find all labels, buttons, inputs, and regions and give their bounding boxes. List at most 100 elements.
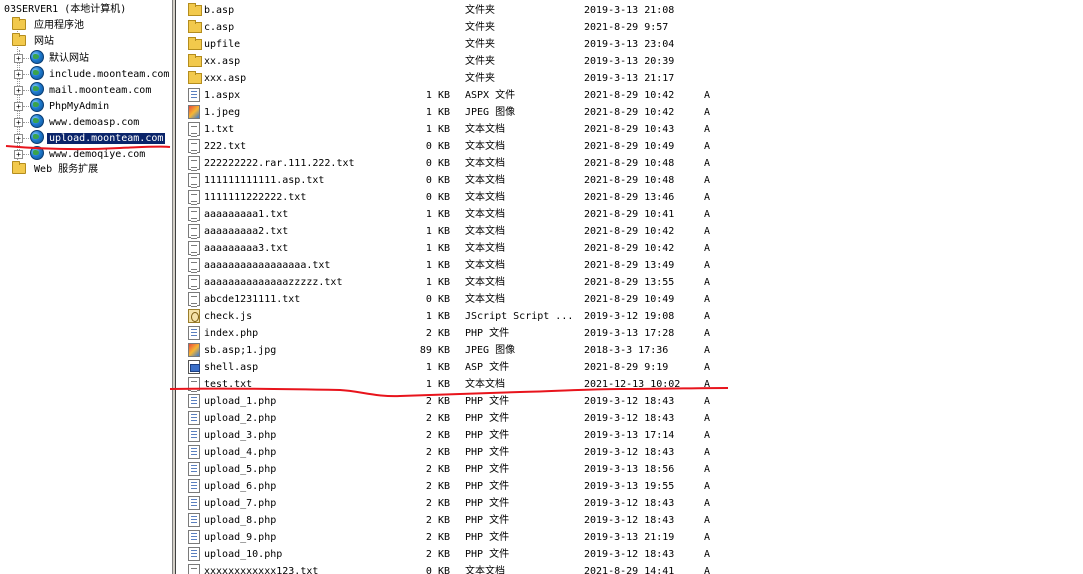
file-name: 1.aspx [204,90,241,101]
file-row[interactable]: upfile 文件夹 2019-3-13 23:04 [180,36,1083,53]
tree-root-label: 03SERVER1 (本地计算机) [4,4,127,15]
file-name: 1.jpeg [204,107,241,118]
tree-item-site[interactable]: + www.demoqiye.com [14,146,147,162]
file-row[interactable]: test.txt 1 KB 文本文档 2021-12-13 10:02 A [180,376,1083,393]
file-attr: A [704,498,711,509]
file-attr: A [704,192,711,203]
tree-pane: 03SERVER1 (本地计算机) 应用程序池 网站 + 默认网站 + include… [0,0,172,574]
file-attr: A [704,379,711,390]
file-size-unit: KB [437,379,450,390]
file-size-value: 2 [425,447,432,458]
file-name: index.php [204,328,259,339]
file-row[interactable]: xxxxxxxxxxxx123.txt 0 KB 文本文档 2021-8-29 14:4… [180,563,1083,574]
tree-item-site[interactable]: + PhpMyAdmin [14,98,111,114]
file-row[interactable]: upload_8.php 2 KB PHP 文件 2019-3-12 18:43 A [180,512,1083,529]
file-row[interactable]: upload_7.php 2 KB PHP 文件 2019-3-12 18:43 A [180,495,1083,512]
file-row[interactable]: sb.asp;1.jpg 89 KB JPEG 图像 2018-3-3 17:36 A [180,342,1083,359]
file-size: 1 KB [380,104,450,121]
splitter[interactable] [172,0,176,574]
file-size-value: 2 [425,464,432,475]
file-date: 2019-3-12 18:43 [584,549,675,560]
expand-icon[interactable]: + [14,54,23,63]
tree-connector [23,122,29,123]
file-row[interactable]: b.asp 文件夹 2019-3-13 21:08 [180,2,1083,19]
file-size-unit: KB [437,362,450,373]
file-row[interactable]: check.js 1 KB JScript Script ... 2019-3-12 1… [180,308,1083,325]
file-size-value: 2 [425,498,432,509]
file-row[interactable]: 1.txt 1 KB 文本文档 2021-8-29 10:43 A [180,121,1083,138]
file-row[interactable]: xx.asp 文件夹 2019-3-13 20:39 [180,53,1083,70]
file-size-unit: KB [437,464,450,475]
tree-item-site[interactable]: + mail.moonteam.com [14,82,153,98]
file-row[interactable]: c.asp 文件夹 2021-8-29 9:57 [180,19,1083,36]
img-file-icon [188,105,200,119]
file-name: upload_9.php [204,532,277,543]
file-size: 2 KB [380,393,450,410]
file-row[interactable]: xxx.asp 文件夹 2019-3-13 21:17 [180,70,1083,87]
file-attr: A [704,362,711,373]
tree-item-label: 网站 [34,36,55,47]
expand-icon[interactable]: + [14,150,23,159]
file-size-unit: KB [437,141,450,152]
globe-icon [30,82,44,96]
file-size-value: 2 [425,549,432,560]
tree-root[interactable]: 03SERVER1 (本地计算机) [2,2,128,18]
file-name: aaaaaaaaa2.txt [204,226,289,237]
tree-item-websites[interactable]: 网站 [12,33,56,50]
file-size: 1 KB [380,121,450,138]
file-row[interactable]: 222.txt 0 KB 文本文档 2021-8-29 10:49 A [180,138,1083,155]
tree-item-site[interactable]: + upload.moonteam.com [14,130,167,146]
expand-icon[interactable]: + [14,118,23,127]
expand-icon[interactable]: + [14,134,23,143]
file-size-value: 0 [425,158,432,169]
file-row[interactable]: upload_3.php 2 KB PHP 文件 2019-3-13 17:14 A [180,427,1083,444]
file-icon-cell [188,360,202,375]
expand-icon[interactable]: + [14,70,23,79]
file-date: 2019-3-12 18:43 [584,413,675,424]
file-size-value: 1 [425,362,432,373]
file-row[interactable]: upload_9.php 2 KB PHP 文件 2019-3-13 21:19 A [180,529,1083,546]
tree-item-site[interactable]: + 默认网站 [14,50,91,66]
file-row[interactable]: 1.aspx 1 KB ASPX 文件 2021-8-29 10:42 A [180,87,1083,104]
file-type: 文本文档 [465,243,505,254]
file-row[interactable]: aaaaaaaaa3.txt 1 KB 文本文档 2021-8-29 10:42 A [180,240,1083,257]
file-row[interactable]: 1.jpeg 1 KB JPEG 图像 2021-8-29 10:42 A [180,104,1083,121]
file-row[interactable]: upload_4.php 2 KB PHP 文件 2019-3-12 18:43 A [180,444,1083,461]
expand-icon[interactable]: + [14,102,23,111]
tree-item-app-pools[interactable]: 应用程序池 [12,17,86,34]
file-row[interactable]: 111111111111.asp.txt 0 KB 文本文档 2021-8-29 10:… [180,172,1083,189]
file-size-unit: KB [437,328,450,339]
file-row[interactable]: upload_10.php 2 KB PHP 文件 2019-3-12 18:43 A [180,546,1083,563]
file-row[interactable]: index.php 2 KB PHP 文件 2019-3-13 17:28 A [180,325,1083,342]
file-date: 2021-8-29 10:42 [584,243,675,254]
file-row[interactable]: shell.asp 1 KB ASP 文件 2021-8-29 9:19 A [180,359,1083,376]
file-row[interactable]: abcde1231111.txt 0 KB 文本文档 2021-8-29 10:49 A [180,291,1083,308]
expand-icon[interactable]: + [14,86,23,95]
file-date: 2021-8-29 9:57 [584,22,669,33]
file-size-unit: KB [437,124,450,135]
file-row[interactable]: aaaaaaaaa1.txt 1 KB 文本文档 2021-8-29 10:41 A [180,206,1083,223]
file-row[interactable]: aaaaaaaaaaaaaaaaa.txt 1 KB 文本文档 2021-8-29 13… [180,257,1083,274]
folder-icon [188,37,202,50]
tree-item-site[interactable]: + www.demoasp.com [14,114,141,130]
file-size: 1 KB [380,206,450,223]
file-size-value: 1 [425,379,432,390]
tree-item-web-ext[interactable]: Web 服务扩展 [12,161,100,178]
file-row[interactable]: aaaaaaaaa2.txt 1 KB 文本文档 2021-8-29 10:42 A [180,223,1083,240]
file-size: 1 KB [380,308,450,325]
file-row[interactable]: upload_1.php 2 KB PHP 文件 2019-3-12 18:43 A [180,393,1083,410]
file-row[interactable]: upload_6.php 2 KB PHP 文件 2019-3-13 19:55 A [180,478,1083,495]
file-row[interactable]: 222222222.rar.111.222.txt 0 KB 文本文档 2021-8-2… [180,155,1083,172]
txt-file-icon [188,224,200,238]
file-date: 2019-3-13 19:55 [584,481,675,492]
txt-file-icon [188,258,200,272]
tree-item-site[interactable]: + include.moonteam.com [14,66,171,82]
file-row[interactable]: 1111111222222.txt 0 KB 文本文档 2021-8-29 13:46 A [180,189,1083,206]
file-attr: A [704,124,711,135]
file-row[interactable]: upload_5.php 2 KB PHP 文件 2019-3-13 18:56 A [180,461,1083,478]
file-name: aaaaaaaaa1.txt [204,209,289,220]
file-row[interactable]: upload_2.php 2 KB PHP 文件 2019-3-12 18:43 A [180,410,1083,427]
file-size: 2 KB [380,478,450,495]
file-row[interactable]: aaaaaaaaaaaaaazzzzz.txt 1 KB 文本文档 2021-8-29 … [180,274,1083,291]
globe-icon [30,146,44,160]
